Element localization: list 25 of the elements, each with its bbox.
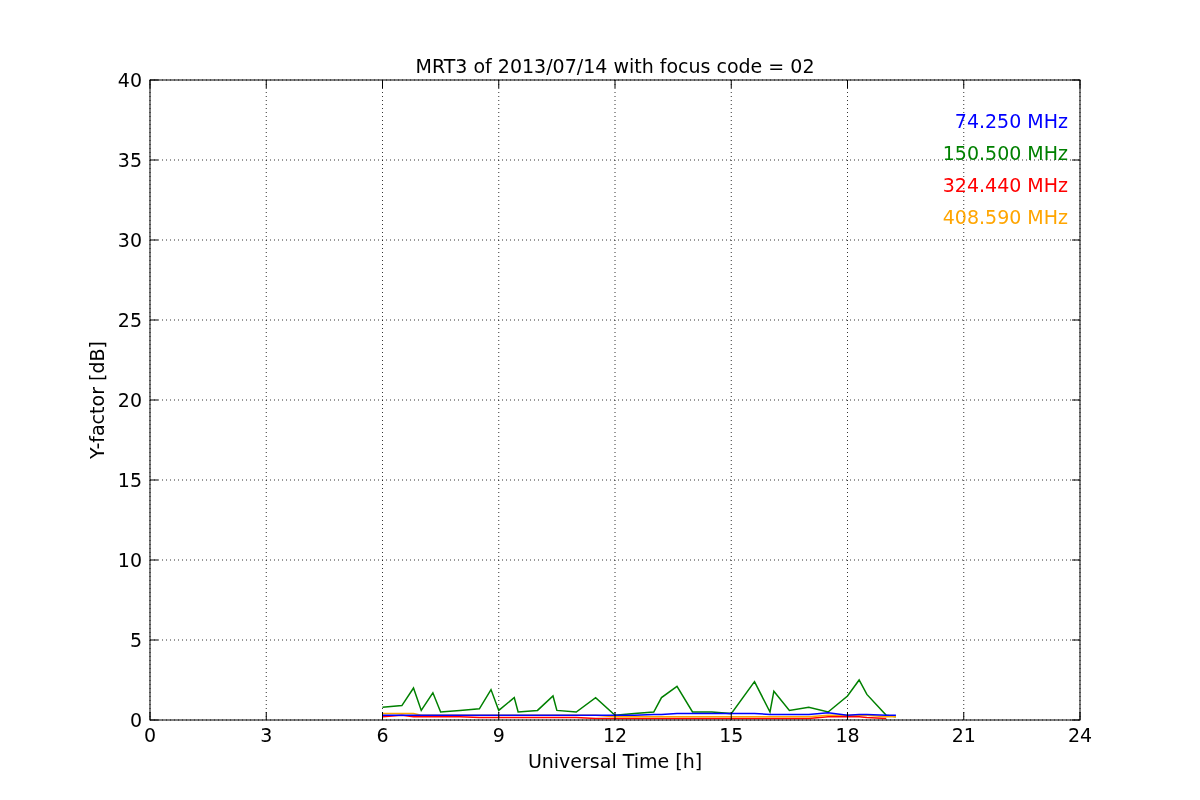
chart-title: MRT3 of 2013/07/14 with focus code = 02 xyxy=(415,55,815,77)
tick-label: 5 xyxy=(129,629,142,651)
tick-label: 21 xyxy=(951,724,976,746)
tick-label: 12 xyxy=(602,724,628,746)
legend-label: 74.250 MHz xyxy=(954,110,1068,132)
tick-label: 35 xyxy=(117,149,142,171)
axis-label: Y-factor [dB] xyxy=(86,341,108,459)
axis-label: Universal Time [h] xyxy=(527,750,703,772)
tick-label: 9 xyxy=(492,724,505,746)
tick-label: 40 xyxy=(117,69,142,91)
tick-label: 0 xyxy=(129,709,142,731)
tick-label: 25 xyxy=(117,309,142,331)
tick-label: 15 xyxy=(719,724,744,746)
tick-label: 6 xyxy=(376,724,389,746)
tick-label: 10 xyxy=(117,549,142,571)
tick-label: 0 xyxy=(143,724,157,746)
tick-label: 3 xyxy=(260,724,273,746)
legend-label: 324.440 MHz xyxy=(942,174,1068,196)
tick-label: 24 xyxy=(1067,724,1093,746)
legend-label: 150.500 MHz xyxy=(942,142,1068,164)
legend-label: 408.590 MHz xyxy=(942,206,1068,228)
tick-label: 30 xyxy=(117,229,142,251)
tick-label: 18 xyxy=(835,724,860,746)
tick-label: 15 xyxy=(117,469,142,491)
tick-label: 20 xyxy=(117,389,142,411)
